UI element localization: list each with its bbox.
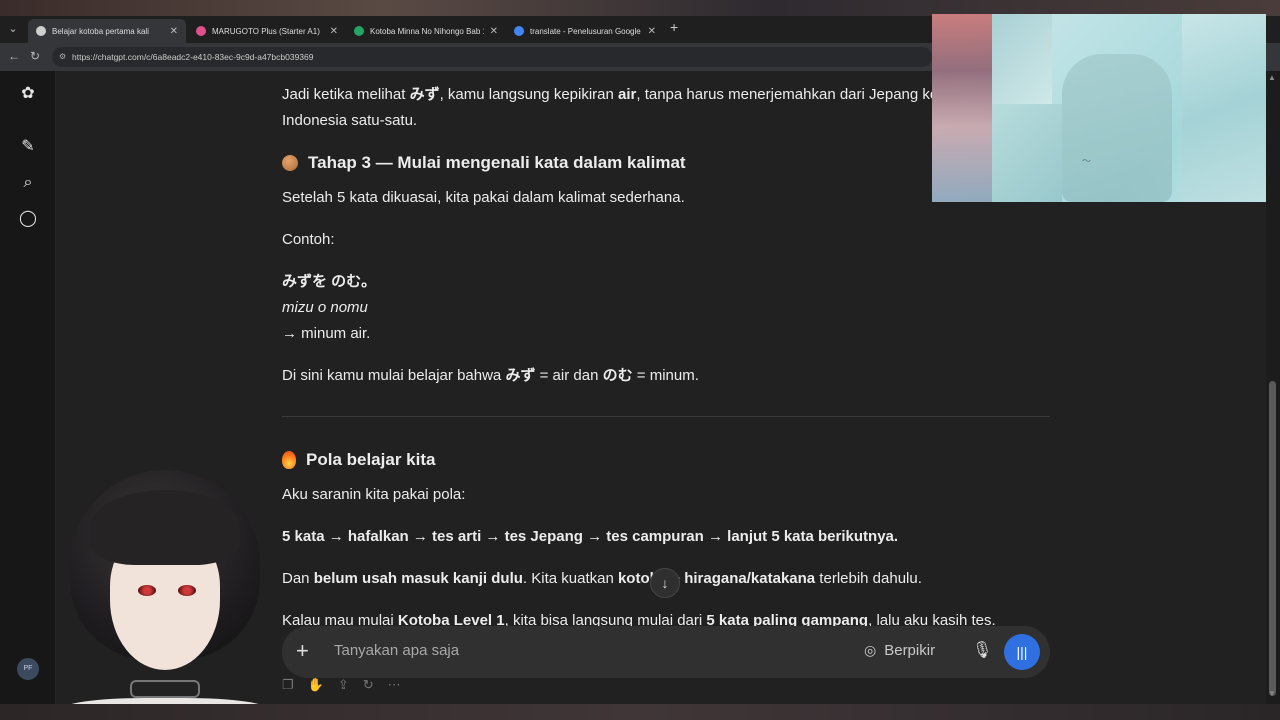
site-info-icon[interactable]: ⚙ [59,47,66,67]
prompt-input[interactable]: Tanyakan apa saja [334,642,459,659]
tab-favicon-icon [354,26,364,36]
openai-logo-icon[interactable]: ✿ [17,83,39,105]
photo-collage [932,14,992,202]
stream-bottom-decoration [0,704,1280,720]
think-button[interactable]: ◎ Berpikir [864,642,935,659]
tab-title: Belajar kotoba pertama kali [52,26,149,36]
tab-close-icon[interactable]: ✕ [648,26,656,37]
message-paragraph: Di sini kamu mulai belajar bahwa みず = ai… [282,367,699,384]
avatar-choker [130,680,200,698]
tab-close-icon[interactable]: ✕ [170,26,178,37]
reload-icon[interactable]: ↻ [30,49,40,63]
photo-collage [992,14,1052,104]
new-chat-icon[interactable]: ✎ [17,136,39,158]
photo-collage [1182,14,1266,202]
message-actions: ❐✋⇪↻⋯ [282,677,415,693]
share-icon[interactable]: ⇪ [338,677,363,692]
thumbs-down-icon[interactable]: ✋ [308,677,338,692]
message-paragraph: 5 kata → hafalkan → tes arti → tes Jepan… [282,528,899,545]
avatar-bangs [90,490,240,565]
scrollbar-thumb[interactable] [1269,381,1276,696]
message-paragraph: Dan belum usah masuk kanji dulu. Kita ku… [282,570,922,587]
copy-icon[interactable]: ❐ [282,677,308,692]
photo-collage [992,104,1062,202]
example-block: みずを のむ。 mizu o nomu → minum air. [282,273,377,342]
message-paragraph: Contoh: [282,231,335,248]
person-figure [1062,54,1172,202]
regenerate-icon[interactable]: ↻ [363,677,388,692]
step3-heading: Tahap 3 — Mulai mengenali kata dalam kal… [282,150,686,176]
tab-close-icon[interactable]: ✕ [330,26,338,37]
user-avatar[interactable]: PF [17,658,39,680]
tab-favicon-icon [196,26,206,36]
scroll-down-arrow-icon[interactable]: ▼ [1268,689,1276,698]
chat-bubble-icon[interactable]: ◯ [17,208,39,230]
attach-plus-icon[interactable]: + [296,638,309,664]
avatar-eye [138,585,156,596]
tab-chatgpt[interactable]: Belajar kotoba pertama kali ✕ [28,19,186,43]
bronze-medal-icon [282,155,298,171]
voice-mode-button[interactable]: ||| [1004,634,1040,670]
search-icon[interactable]: ⌕ [17,172,39,194]
microphone-icon[interactable]: 🎙 [972,640,992,660]
chat-sidebar-rail: ✿ ✎ ⌕ ◯ PF [0,71,56,720]
message-paragraph: Jadi ketika melihat みず, kamu langsung ke… [282,86,939,129]
scribble-mark: 〜 [1082,156,1092,166]
url-text: https://chatgpt.com/c/6a8eadc2-e410-83ec… [72,52,314,62]
tab-title: MARUGOTO Plus (Starter A1) [212,26,320,36]
message-composer: + Tanyakan apa saja ◎ Berpikir 🎙 ||| [282,626,1050,678]
brain-icon: ◎ [864,642,877,658]
tab-kotoba-sheet[interactable]: Kotoba Minna No Nihongo Bab 1 ✕ [346,19,506,43]
message-paragraph: Aku saranin kita pakai pola: [282,486,466,503]
tab-google-translate[interactable]: translate - Penelusuran Google ✕ [506,19,664,43]
pattern-heading: Pola belajar kita [282,447,435,473]
section-divider [282,416,1050,417]
tab-favicon-icon [514,26,524,36]
tab-title: Kotoba Minna No Nihongo Bab 1 [370,26,484,36]
vtuber-avatar [60,470,270,720]
address-bar[interactable]: ⚙ https://chatgpt.com/c/6a8eadc2-e410-83… [52,47,932,67]
tab-search-icon[interactable]: ⌄ [4,20,22,38]
avatar-eye [178,585,196,596]
scroll-down-icon[interactable]: ↓ [650,568,680,598]
tab-favicon-icon [36,26,46,36]
more-icon[interactable]: ⋯ [388,677,415,692]
page-scrollbar[interactable]: ▲ ▼ [1266,71,1280,720]
fire-icon [282,451,296,469]
screen: ⌄ Belajar kotoba pertama kali ✕ MARUGOTO… [0,0,1280,720]
message-paragraph: Setelah 5 kata dikuasai, kita pakai dala… [282,189,685,206]
new-tab-button[interactable]: + [670,19,678,35]
back-arrow-icon[interactable]: ← [8,49,20,63]
tab-marugoto[interactable]: MARUGOTO Plus (Starter A1) ✕ [188,19,346,43]
webcam-overlay: 〜 [932,14,1266,202]
tab-close-icon[interactable]: ✕ [490,26,498,37]
tab-title: translate - Penelusuran Google [530,26,641,36]
scroll-up-arrow-icon[interactable]: ▲ [1268,73,1276,82]
